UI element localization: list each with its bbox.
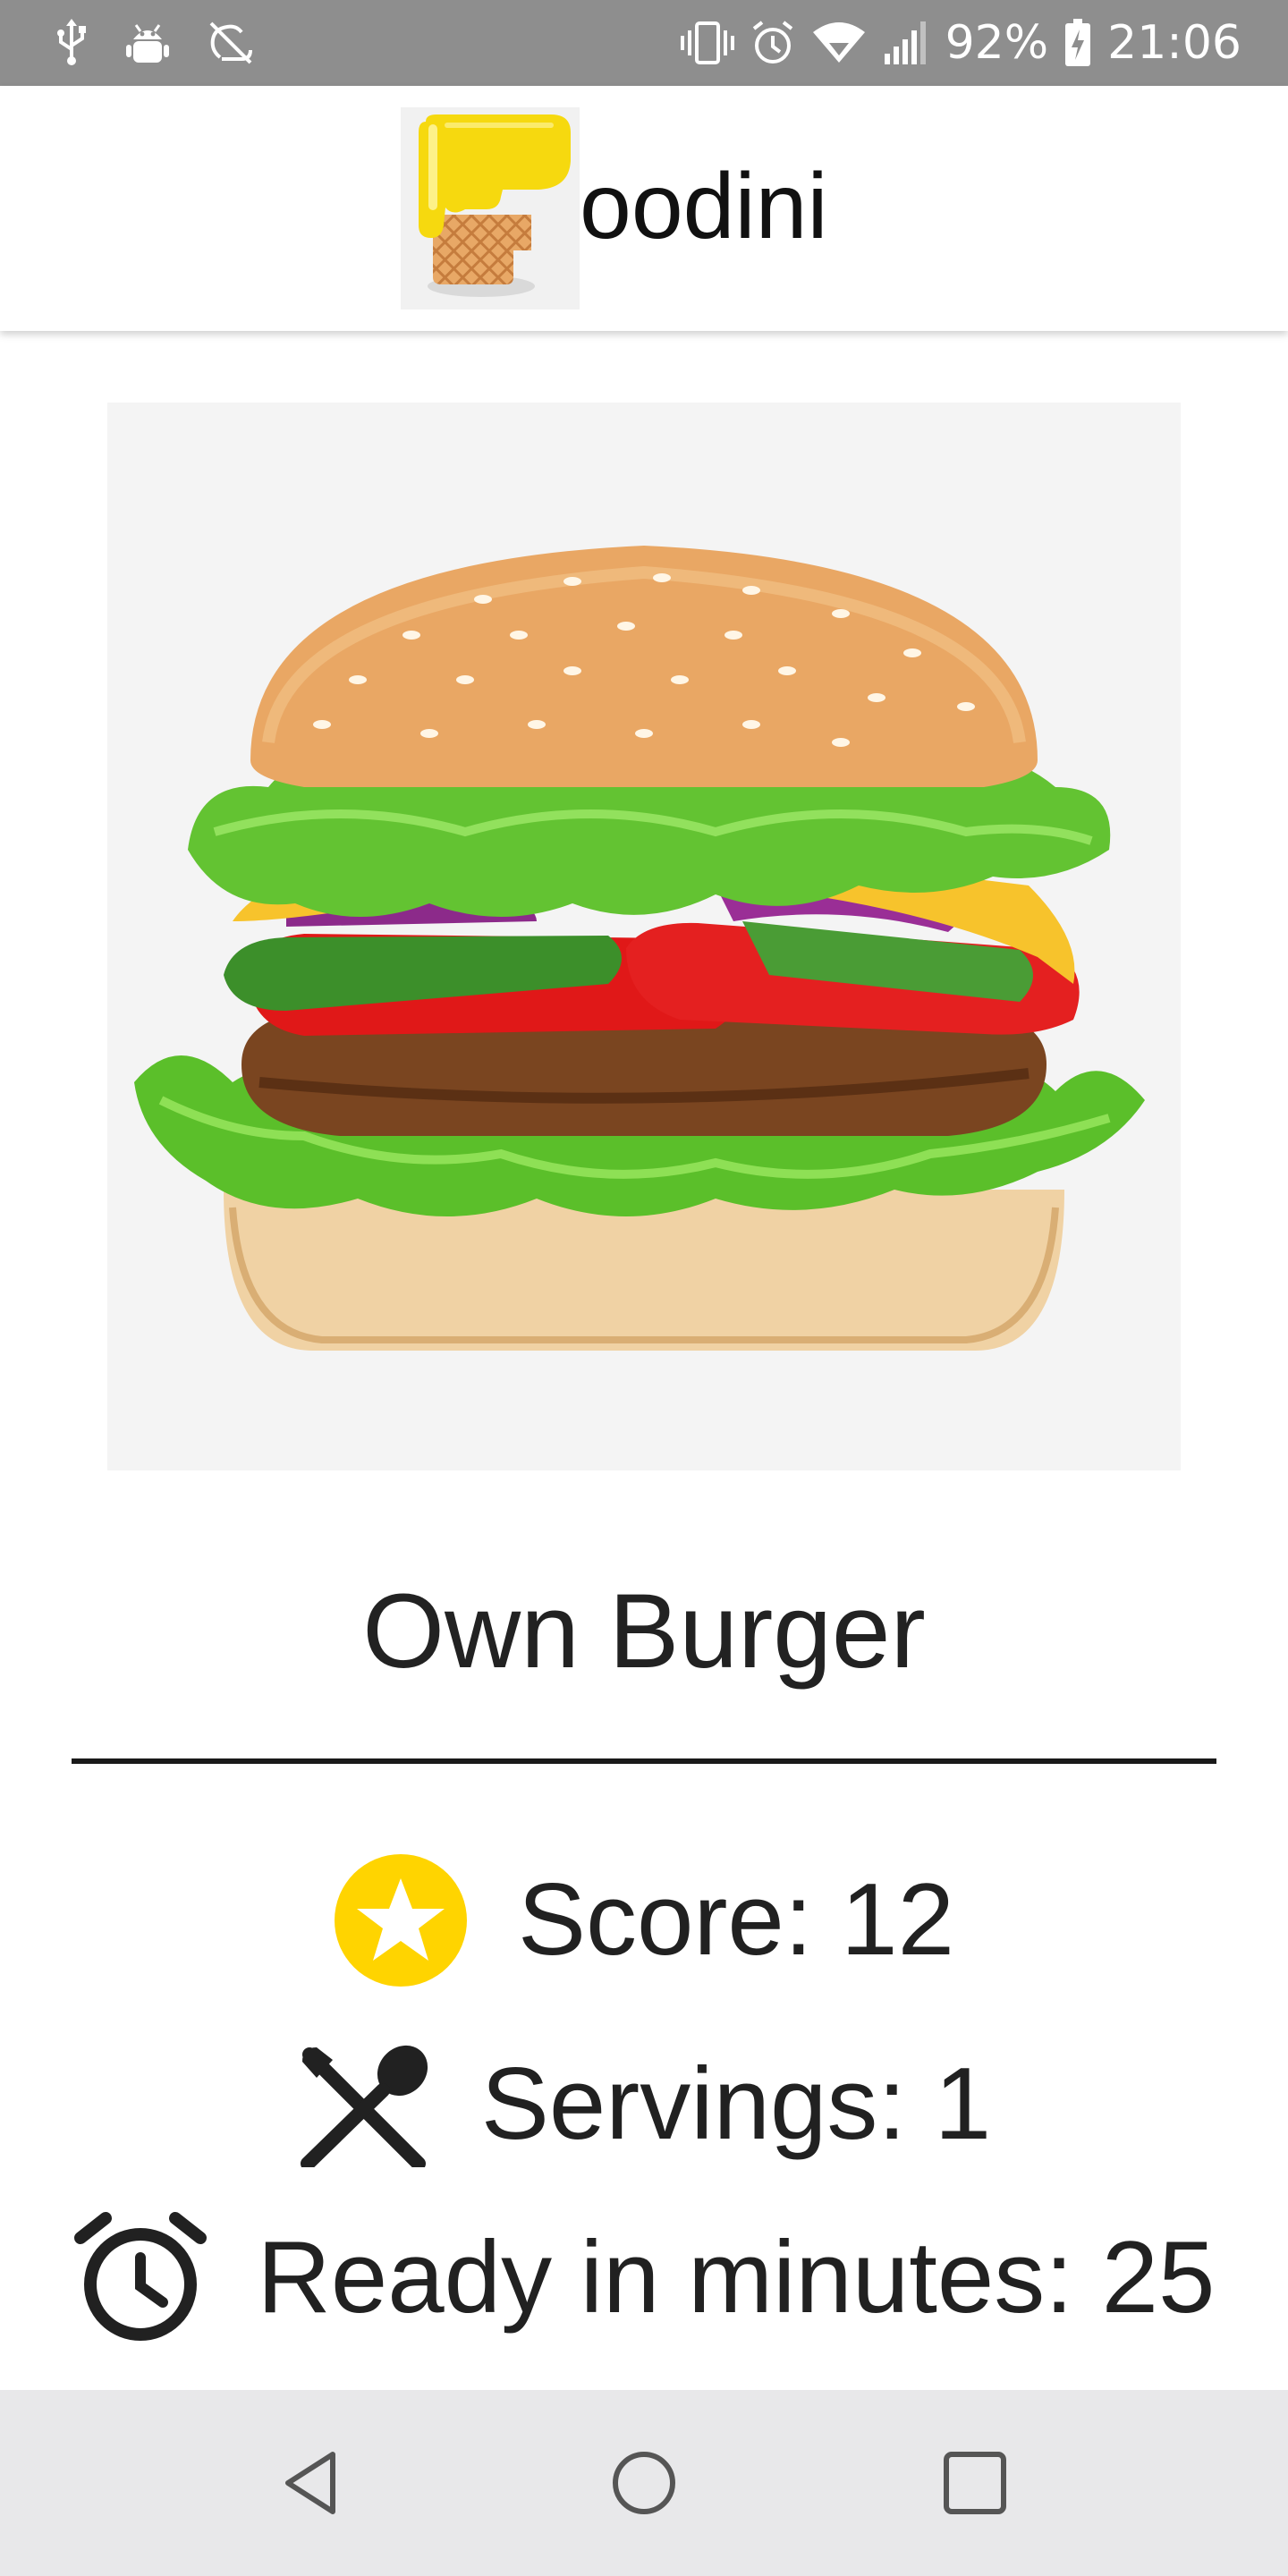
battery-percent: 92% <box>945 16 1049 70</box>
app-bar: oodini <box>0 86 1288 331</box>
app-title: oodini <box>580 155 828 258</box>
android-debug-icon <box>126 24 169 63</box>
score-label: Score: 12 <box>518 1863 954 1977</box>
recipe-image <box>107 402 1181 1470</box>
servings-row: Servings: 1 <box>0 2038 1288 2172</box>
score-row: Score: 12 <box>0 1853 1288 1987</box>
utensils-icon <box>300 2045 428 2167</box>
wifi-icon <box>812 22 865 63</box>
clock: 21:06 <box>1107 16 1241 70</box>
app-logo <box>401 107 580 309</box>
vibrate-icon <box>680 21 734 64</box>
star-badge-icon <box>335 1854 468 1987</box>
recents-icon[interactable] <box>930 2438 1020 2528</box>
home-icon[interactable] <box>599 2438 689 2528</box>
navigation-bar <box>0 2390 1288 2576</box>
usb-icon <box>57 19 86 65</box>
status-left-icons <box>54 16 256 70</box>
ready-row: Ready in minutes: 25 <box>0 2211 1288 2345</box>
title-divider <box>72 1758 1216 1764</box>
battery-charging-icon <box>1065 19 1091 66</box>
recipe-title: Own Burger <box>362 1572 926 1690</box>
back-icon[interactable] <box>268 2438 358 2528</box>
alarm-icon <box>752 21 792 64</box>
alarm-clock-icon <box>73 2212 207 2341</box>
signal-icon <box>884 21 926 64</box>
burger-photo <box>134 546 1145 1351</box>
servings-label: Servings: 1 <box>480 2047 992 2161</box>
ready-label: Ready in minutes: 25 <box>257 2221 1216 2334</box>
waffle-f-logo-icon <box>419 114 571 297</box>
status-right-icons: 92% 21:06 <box>680 16 1241 70</box>
sync-off-icon <box>209 21 252 64</box>
status-bar: 92% 21:06 <box>0 0 1288 86</box>
